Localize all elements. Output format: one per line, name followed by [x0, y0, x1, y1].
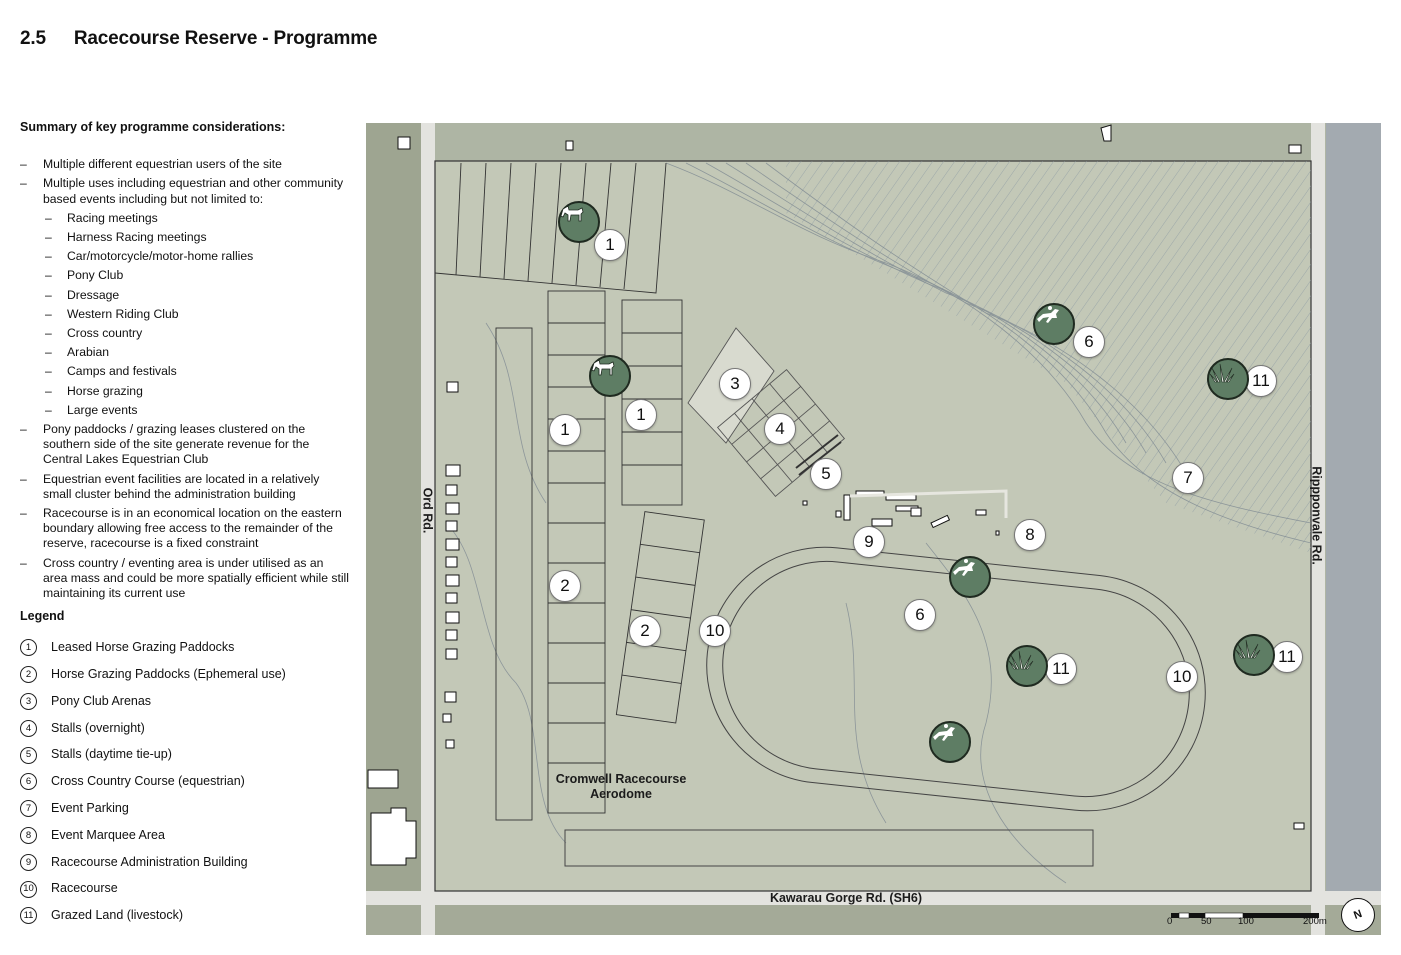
summary-list: Multiple different equestrian users of t…: [20, 157, 350, 601]
summary-subitem: Camps and festivals: [20, 364, 350, 379]
scale-label-100: 100: [1238, 916, 1254, 927]
summary-subitem: Car/motorcycle/motor-home rallies: [20, 249, 350, 264]
legend-label: Stalls (overnight): [51, 720, 145, 735]
marker-10[interactable]: 10: [1166, 661, 1198, 693]
jumping-rider-icon: [1033, 303, 1075, 345]
legend-item: 7 Event Parking: [20, 795, 350, 822]
aerodrome-label: Cromwell Racecourse Aerodome: [516, 772, 726, 802]
summary-subitem: Arabian: [20, 345, 350, 360]
marker-1[interactable]: 1: [549, 414, 581, 446]
legend-item: 3 Pony Club Arenas: [20, 688, 350, 715]
legend-item: 8 Event Marquee Area: [20, 822, 350, 849]
summary-item: Cross country / eventing area is under u…: [20, 556, 350, 602]
marker-10[interactable]: 10: [699, 615, 731, 647]
legend-number: 11: [20, 907, 37, 925]
legend-number: 10: [20, 880, 37, 898]
legend-item: 4 Stalls (overnight): [20, 715, 350, 742]
legend-title: Legend: [20, 609, 65, 624]
summary-subitem: Western Riding Club: [20, 307, 350, 322]
marker-1[interactable]: 1: [625, 399, 657, 431]
summary-heading: Summary of key programme considerations:: [20, 120, 286, 134]
legend-label: Stalls (daytime tie-up): [51, 747, 172, 762]
summary-item: Multiple different equestrian users of t…: [20, 157, 350, 172]
legend-item: 5 Stalls (daytime tie-up): [20, 742, 350, 769]
kawarau-road-label: Kawarau Gorge Rd. (SH6): [769, 891, 923, 905]
legend-label: Leased Horse Grazing Paddocks: [51, 640, 235, 655]
legend-item: 9 Racecourse Administration Building: [20, 849, 350, 876]
aerodrome-label-line2: Aerodome: [590, 787, 652, 801]
horse-grazing-icon: [558, 201, 600, 243]
legend-item: 1 Leased Horse Grazing Paddocks: [20, 634, 350, 661]
aerodrome-label-line1: Cromwell Racecourse: [555, 772, 687, 786]
summary-subitem: Harness Racing meetings: [20, 230, 350, 245]
legend-label: Racecourse Administration Building: [51, 854, 248, 869]
legend-number: 5: [20, 746, 37, 764]
jumping-rider-icon: [949, 556, 991, 598]
rippon-road-label: Rippponvale Rd.: [1309, 466, 1324, 565]
grass-icon: [1233, 634, 1275, 676]
page-header: 2.5 Racecourse Reserve - Programme: [20, 28, 377, 50]
site-map: Cromwell Racecourse Aerodome Kawarau Gor…: [366, 123, 1381, 935]
marker-3[interactable]: 3: [719, 368, 751, 400]
legend-item: 6 Cross Country Course (equestrian): [20, 768, 350, 795]
legend-label: Horse Grazing Paddocks (Ephemeral use): [51, 667, 286, 682]
summary-panel: Summary of key programme considerations:…: [20, 120, 350, 929]
legend-number: 9: [20, 853, 37, 871]
summary-item: Racecourse is in an economical location …: [20, 506, 350, 552]
summary-item: Multiple uses including equestrian and o…: [20, 176, 350, 206]
legend-item: 2 Horse Grazing Paddocks (Ephemeral use): [20, 661, 350, 688]
marker-9[interactable]: 9: [853, 526, 885, 558]
summary-subitem: Large events: [20, 403, 350, 418]
marker-8[interactable]: 8: [1014, 519, 1046, 551]
marker-1[interactable]: 1: [594, 229, 626, 261]
marker-11[interactable]: 11: [1271, 641, 1303, 673]
marker-11[interactable]: 11: [1245, 365, 1277, 397]
marker-6[interactable]: 6: [904, 599, 936, 631]
grass-icon: [1207, 358, 1249, 400]
marker-11[interactable]: 11: [1045, 653, 1077, 685]
north-label: N: [1352, 908, 1364, 922]
summary-subitem: Cross country: [20, 326, 350, 341]
legend-number: 1: [20, 639, 37, 657]
legend-number: 7: [20, 800, 37, 818]
scale-bar: 0 50 100 200m: [1167, 912, 1336, 932]
summary-item: Pony paddocks / grazing leases clustered…: [20, 422, 350, 468]
marker-6[interactable]: 6: [1073, 326, 1105, 358]
section-number: 2.5: [20, 28, 46, 49]
marker-5[interactable]: 5: [810, 458, 842, 490]
legend-number: 3: [20, 692, 37, 710]
page-title: Racecourse Reserve - Programme: [73, 28, 378, 49]
marker-2[interactable]: 2: [549, 570, 581, 602]
legend-label: Racecourse: [51, 881, 118, 896]
legend-list: 1 Leased Horse Grazing Paddocks 2 Horse Gr…: [20, 634, 350, 929]
summary-subitem: Pony Club: [20, 268, 350, 283]
scale-label-50: 50: [1201, 916, 1212, 927]
legend-label: Grazed Land (livestock): [51, 908, 184, 923]
horse-grazing-icon: [589, 355, 631, 397]
marker-7[interactable]: 7: [1172, 462, 1204, 494]
marker-4[interactable]: 4: [764, 413, 796, 445]
legend-number: 2: [20, 666, 37, 684]
legend-label: Cross Country Course (equestrian): [51, 774, 245, 789]
legend-number: 4: [20, 719, 37, 737]
summary-subitem: Racing meetings: [20, 211, 350, 226]
jumping-rider-icon: [929, 721, 971, 763]
legend-number: 6: [20, 773, 37, 791]
legend-label: Event Marquee Area: [51, 827, 165, 842]
summary-item: Equestrian event facilities are located …: [20, 472, 350, 502]
scale-label-0: 0: [1167, 916, 1173, 927]
legend-item: 10 Racecourse: [20, 876, 350, 903]
legend-label: Event Parking: [51, 801, 129, 816]
marker-2[interactable]: 2: [629, 615, 661, 647]
summary-subitem: Horse grazing: [20, 384, 350, 399]
north-arrow: N: [1341, 898, 1375, 932]
legend-number: 8: [20, 826, 37, 844]
east-land: [1326, 123, 1381, 935]
summary-subitem: Dressage: [20, 288, 350, 303]
legend-label: Pony Club Arenas: [51, 693, 152, 708]
grass-icon: [1006, 645, 1048, 687]
ord-road-label: Ord Rd.: [420, 487, 435, 534]
legend-item: 11 Grazed Land (livestock): [20, 902, 350, 929]
scale-label-200: 200m: [1303, 916, 1327, 927]
